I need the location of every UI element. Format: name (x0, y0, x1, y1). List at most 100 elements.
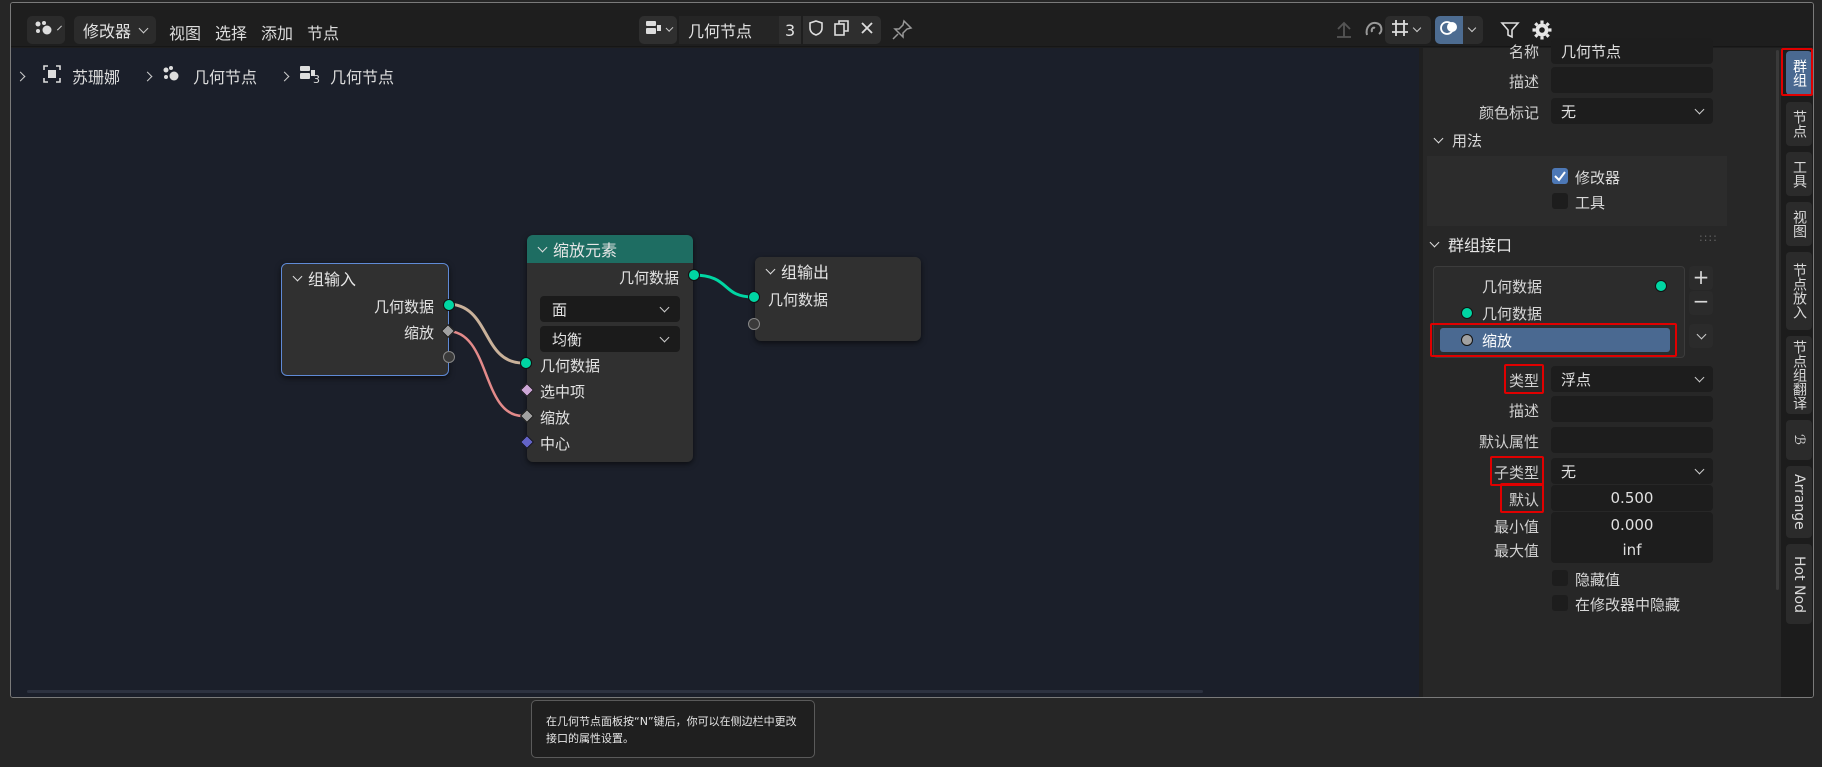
chevron-down-icon (1412, 23, 1422, 33)
node-tree-name-field[interactable]: 几何节点 (679, 16, 779, 44)
type-dropdown[interactable]: 浮点 (1551, 366, 1713, 392)
color-tag-label: 颜色标记 (1478, 104, 1539, 122)
domain-dropdown[interactable]: 面 (540, 296, 680, 322)
menu-add[interactable]: 添加 (261, 20, 293, 44)
mode-label: 修改器 (83, 22, 132, 41)
usage-panel-header[interactable]: 用法 (1433, 130, 1482, 151)
group-output-node[interactable]: 组输出 几何数据 (748, 257, 921, 341)
empty-output-socket[interactable] (443, 351, 455, 363)
max-value-field[interactable]: inf (1551, 537, 1713, 563)
unlink-button[interactable] (855, 16, 881, 44)
tab-node-group-translate-label: 节点组翻译 (1791, 340, 1807, 410)
geometry-input-socket[interactable] (748, 291, 760, 303)
tab-view[interactable]: 视图 (1786, 202, 1812, 246)
snap-target-dropdown[interactable] (1385, 16, 1431, 44)
hide-value-checkbox[interactable] (1552, 570, 1568, 586)
tool-checkbox[interactable] (1552, 193, 1568, 209)
tab-hot-node-label: Hot Nod (1791, 555, 1807, 613)
editor-type-button[interactable] (27, 16, 65, 44)
subtype-dropdown[interactable]: 无 (1551, 458, 1713, 484)
geometry-output-socket[interactable] (443, 299, 455, 311)
collapse-chevron-icon (292, 271, 303, 281)
group-output-title: 组输出 (781, 263, 830, 282)
max-label: 最大值 (1493, 542, 1539, 560)
checkmark-icon (1554, 171, 1566, 182)
node-canvas[interactable]: 苏珊娜 几何节点 3 几何节点 组输入 几何数据 缩放 缩放元素 几何数据 面 … (11, 48, 1419, 697)
description-field[interactable] (1551, 67, 1713, 93)
tab-hot-node[interactable]: Hot Nod (1786, 544, 1812, 624)
pin-icon[interactable] (891, 19, 913, 45)
color-tag-dropdown[interactable]: 无 (1551, 98, 1713, 124)
group-output-header[interactable]: 组输出 (755, 257, 921, 285)
socket-description-label: 描述 (1508, 402, 1539, 420)
mode-dropdown[interactable]: 修改器 (74, 16, 156, 44)
max-value: inf (1622, 541, 1642, 559)
duplicate-icon (833, 19, 851, 41)
node-tree-name: 几何节点 (688, 22, 753, 41)
sidebar-scrollbar[interactable] (1776, 50, 1779, 590)
sidebar-tabs: 群组 节点 工具 视图 节点放入 节点组翻译 ℬ Arrange Hot Nod (1781, 48, 1813, 697)
socket-description-field[interactable] (1551, 396, 1713, 422)
overlay-toggle[interactable] (1435, 16, 1463, 44)
node-tree-browse-button[interactable] (639, 16, 677, 44)
menu-select[interactable]: 选择 (215, 20, 247, 44)
tab-node[interactable]: 节点 (1786, 102, 1812, 146)
duplicate-button[interactable] (829, 16, 855, 44)
fake-user-button[interactable] (803, 16, 829, 44)
user-count-label: 3 (785, 20, 796, 40)
interface-output-geometry[interactable]: 几何数据 (1482, 276, 1542, 297)
tool-checkbox-label: 工具 (1575, 194, 1606, 212)
tab-paint[interactable]: ℬ (1786, 420, 1812, 460)
geometry-input-socket[interactable] (520, 357, 532, 369)
modifier-checkbox-label: 修改器 (1575, 169, 1621, 187)
geometry-output-socket[interactable] (688, 269, 700, 281)
group-input-geometry-label: 几何数据 (373, 298, 434, 316)
group-input-header[interactable]: 组输入 (282, 264, 448, 292)
add-icon[interactable]: + (1689, 266, 1713, 290)
horizontal-scrollbar[interactable] (27, 690, 1203, 693)
snap-icon[interactable] (1363, 19, 1385, 45)
tab-arrange[interactable]: Arrange (1786, 466, 1812, 538)
collapse-chevron-icon (537, 242, 548, 252)
default-value-field[interactable]: 0.500 (1551, 485, 1713, 511)
menu-view[interactable]: 视图 (169, 20, 201, 44)
tab-tool[interactable]: 工具 (1786, 152, 1812, 196)
interface-panel-header[interactable]: 群组接口 (1429, 232, 1513, 256)
selection-input-label: 选中项 (540, 383, 586, 401)
interface-input-geometry[interactable]: 几何数据 (1482, 303, 1542, 324)
empty-input-socket[interactable] (748, 318, 760, 330)
chevron-down-icon (57, 25, 62, 31)
type-value: 浮点 (1561, 370, 1592, 389)
highlight-type-label (1504, 364, 1544, 394)
tooltip-text: 在几何节点面板按“N”键后，你可以在侧边栏中更改接口的属性设置。 (546, 715, 797, 745)
name-label: 名称 (1508, 43, 1539, 61)
name-field[interactable]: 几何节点 (1551, 38, 1713, 64)
tab-node-insert[interactable]: 节点放入 (1786, 252, 1812, 330)
parent-node-tree-icon[interactable] (1333, 19, 1355, 45)
overlay-dropdown[interactable] (1463, 16, 1483, 44)
scale-elements-node[interactable]: 缩放元素 几何数据 面 均衡 几何数据 选中项 缩放 中心 (519, 235, 700, 462)
drag-handle-icon[interactable]: :::: (1699, 231, 1718, 244)
tab-node-insert-label: 节点放入 (1791, 263, 1807, 319)
tab-view-label: 视图 (1791, 210, 1807, 238)
scale-elements-header[interactable]: 缩放元素 (527, 235, 693, 263)
default-attribute-field[interactable] (1551, 427, 1713, 453)
tooltip-box: 在几何节点面板按“N”键后，你可以在侧边栏中更改接口的属性设置。 (531, 700, 815, 758)
interface-title: 群组接口 (1448, 236, 1513, 255)
remove-icon[interactable]: − (1689, 291, 1713, 315)
sidebar-resize-handle[interactable] (1419, 48, 1423, 697)
hide-in-modifier-checkbox[interactable] (1552, 595, 1568, 611)
group-input-node[interactable]: 组输入 几何数据 缩放 (281, 263, 456, 376)
scale-elements-geometry-out-label: 几何数据 (618, 269, 679, 287)
modifier-checkbox[interactable] (1552, 168, 1568, 184)
brush-icon: ℬ (1791, 434, 1807, 446)
grid-snap-icon (1390, 18, 1410, 42)
scale-mode-dropdown[interactable]: 均衡 (540, 326, 680, 352)
tab-node-group-translate[interactable]: 节点组翻译 (1786, 336, 1812, 414)
min-value-field[interactable]: 0.000 (1551, 512, 1713, 538)
node-links (446, 273, 754, 418)
menu-node[interactable]: 节点 (307, 20, 339, 44)
close-icon (859, 20, 875, 40)
specials-menu-button[interactable] (1689, 324, 1713, 348)
chevron-down-icon (1467, 23, 1477, 33)
